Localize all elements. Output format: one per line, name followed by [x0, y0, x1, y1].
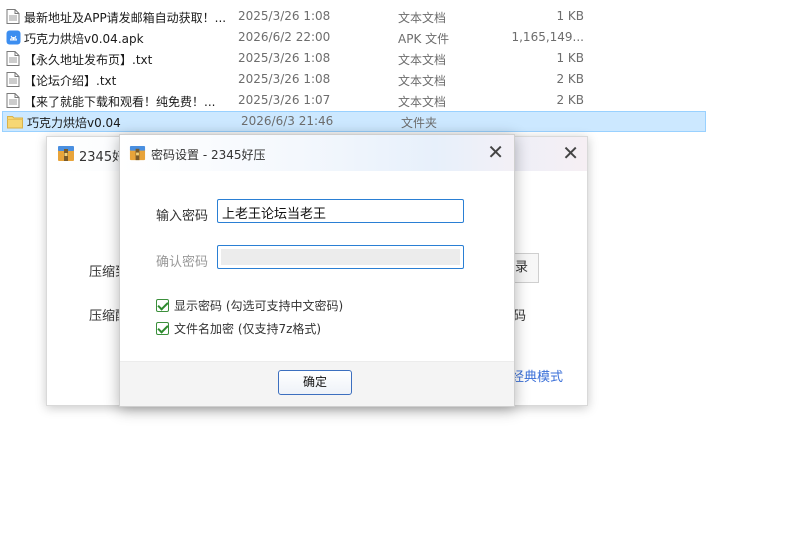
file-type: APK 文件	[398, 32, 450, 46]
file-type: 文件夹	[401, 116, 438, 130]
file-name: 【永久地址发布页】.txt	[24, 53, 153, 67]
confirm-password-label: 确认密码	[156, 255, 209, 270]
file-type: 文本文档	[398, 11, 447, 25]
password-dialog-title: 密码设置 - 2345好压	[151, 148, 266, 162]
encrypt-filename-checkbox[interactable]	[156, 322, 169, 335]
file-date: 2025/3/26 1:07	[238, 93, 331, 107]
file-row[interactable]: 【来了就能下载和观看！纯免费！... 2025/3/26 1:07 文本文档 2…	[0, 90, 793, 111]
file-date: 2026/6/2 22:00	[238, 30, 331, 44]
password-dialog-footer: 确定	[120, 361, 514, 406]
password-dialog-titlebar[interactable]: 密码设置 - 2345好压 ✕	[120, 135, 514, 171]
show-password-label: 显示密码 (勾选可支持中文密码)	[174, 299, 344, 313]
password-input[interactable]: 上老王论坛当老王	[217, 199, 464, 223]
file-size: 1 KB	[556, 51, 584, 65]
show-password-option[interactable]: 显示密码 (勾选可支持中文密码)	[156, 297, 343, 314]
file-type: 文本文档	[398, 74, 447, 88]
file-list: 最新地址及APP请发邮箱自动获取！... 2025/3/26 1:08 文本文档…	[0, 6, 793, 132]
file-row[interactable]: 【永久地址发布页】.txt 2025/3/26 1:08 文本文档 1 KB	[0, 48, 793, 69]
file-size: 2 KB	[556, 72, 584, 86]
file-name: 最新地址及APP请发邮箱自动获取！...	[24, 11, 227, 25]
password-label: 输入密码	[156, 209, 209, 224]
classic-mode-link[interactable]: 经典模式	[511, 366, 563, 385]
text-file-icon	[6, 51, 20, 66]
text-file-icon	[6, 93, 20, 108]
close-icon[interactable]: ✕	[487, 140, 504, 164]
show-password-checkbox[interactable]	[156, 299, 169, 312]
file-date: 2025/3/26 1:08	[238, 51, 331, 65]
file-name: 巧克力烘焙v0.04	[27, 116, 121, 130]
password-dialog: 密码设置 - 2345好压 ✕ 输入密码 上老王论坛当老王 确认密码 显示密码 …	[119, 134, 515, 407]
file-name: 巧克力烘焙v0.04.apk	[24, 32, 144, 46]
file-row[interactable]: 【论坛介绍】.txt 2025/3/26 1:08 文本文档 2 KB	[0, 69, 793, 90]
file-date: 2025/3/26 1:08	[238, 9, 331, 23]
folder-icon	[7, 114, 23, 129]
text-file-icon	[6, 72, 20, 87]
apk-file-icon	[6, 30, 21, 45]
encrypt-filename-label: 文件名加密 (仅支持7z格式)	[174, 322, 322, 336]
file-size: 1 KB	[556, 9, 584, 23]
file-date: 2026/6/3 21:46	[241, 114, 334, 128]
file-name: 【来了就能下载和观看！纯免费！...	[24, 95, 216, 109]
file-type: 文本文档	[398, 53, 447, 67]
2345-archive-icon	[57, 145, 75, 163]
confirm-password-input[interactable]	[217, 245, 464, 269]
encrypt-filename-option[interactable]: 文件名加密 (仅支持7z格式)	[156, 320, 321, 337]
file-date: 2025/3/26 1:08	[238, 72, 331, 86]
close-icon[interactable]: ✕	[562, 141, 579, 165]
file-size: 2 KB	[556, 93, 584, 107]
file-type: 文本文档	[398, 95, 447, 109]
file-row-selected[interactable]: 巧克力烘焙v0.04 2026/6/3 21:46 文件夹	[2, 111, 706, 132]
file-size: 1,165,149...	[511, 30, 584, 44]
file-row[interactable]: 巧克力烘焙v0.04.apk 2026/6/2 22:00 APK 文件 1,1…	[0, 27, 793, 48]
text-file-icon	[6, 9, 20, 24]
file-row[interactable]: 最新地址及APP请发邮箱自动获取！... 2025/3/26 1:08 文本文档…	[0, 6, 793, 27]
ok-button[interactable]: 确定	[278, 370, 352, 395]
confirm-password-disabled-fill	[221, 249, 460, 265]
file-name: 【论坛介绍】.txt	[24, 74, 117, 88]
2345-archive-icon	[129, 145, 146, 162]
